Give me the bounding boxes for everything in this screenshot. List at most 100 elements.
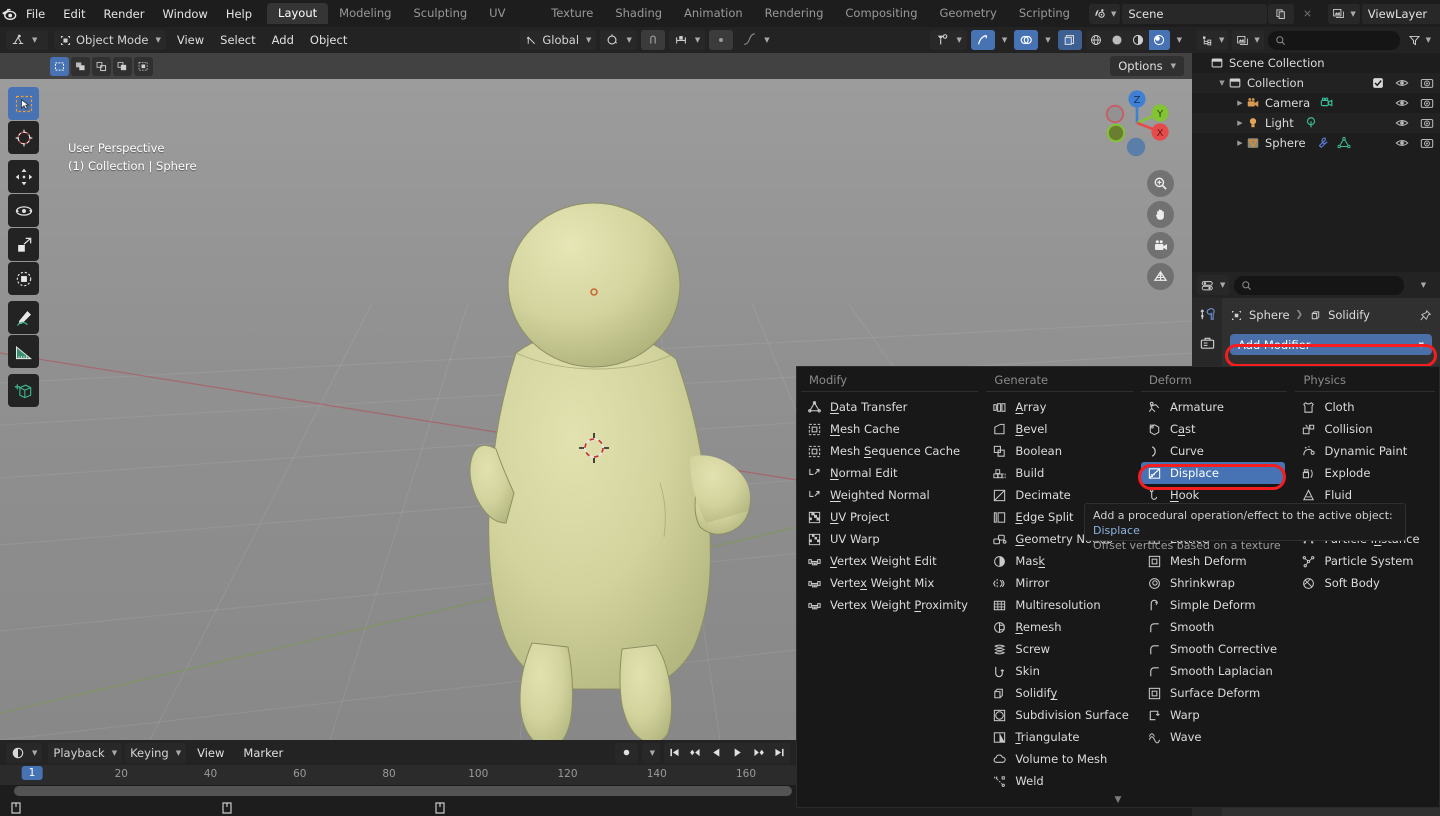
collection-checkbox[interactable] (1372, 77, 1384, 89)
select-mode-group[interactable] (50, 56, 153, 76)
modifier-item-skin[interactable]: Skin (982, 660, 1137, 682)
modifier-wrench-icon[interactable] (1316, 136, 1330, 150)
disclosure-triangle-icon[interactable]: ▼ (1216, 79, 1228, 87)
mode-selector[interactable]: Object Mode ▼ (54, 30, 166, 50)
add-modifier-button[interactable]: Add Modifier ▼ (1230, 334, 1432, 355)
workspace-tab-rendering[interactable]: Rendering (754, 3, 835, 24)
modifier-item-array[interactable]: Array (982, 396, 1137, 418)
modifier-item-soft-body[interactable]: Soft Body (1291, 572, 1439, 594)
viewport-menu-object[interactable]: Object (302, 30, 355, 50)
modifier-item-weighted-normal[interactable]: Weighted Normal (797, 484, 982, 506)
modifier-item-screw[interactable]: Screw (982, 638, 1137, 660)
timeline-menu-view[interactable]: View (189, 743, 232, 763)
modifier-item-vertex-weight-proximity[interactable]: Vertex Weight Proximity (797, 594, 982, 616)
keying-options-dropdown[interactable]: ▼ (641, 742, 660, 763)
modifier-item-bevel[interactable]: Bevel (982, 418, 1137, 440)
auto-keying-toggle[interactable] (614, 742, 638, 763)
workspace-tab-shading[interactable]: Shading (604, 3, 673, 24)
timeline-scrollbar[interactable] (14, 786, 792, 796)
menu-scroll-down-icon[interactable]: ▼ (1115, 795, 1122, 805)
pan-hand-icon[interactable] (1147, 201, 1174, 228)
zoom-icon[interactable] (1147, 170, 1174, 197)
properties-editor-type-icon[interactable]: ▼ (1197, 275, 1230, 295)
workspace-tab-layout[interactable]: Layout (267, 3, 329, 24)
top-menu-help[interactable]: Help (217, 4, 261, 24)
tool-rotate[interactable] (8, 194, 39, 227)
shading-material-icon[interactable] (1127, 30, 1149, 50)
disclosure-triangle-icon[interactable]: ▶ (1234, 99, 1246, 107)
properties-tab-modifier[interactable] (1199, 306, 1216, 323)
timeline-ruler[interactable]: 1 20 40 60 80 100 120 140 160 (0, 765, 796, 785)
pin-icon[interactable] (1419, 309, 1432, 322)
disclosure-triangle-icon[interactable]: ▶ (1234, 119, 1246, 127)
camera-view-icon[interactable] (1147, 232, 1174, 259)
tool-add-cube[interactable] (8, 374, 39, 407)
playback-controls[interactable] (664, 742, 790, 763)
top-menu-window[interactable]: Window (153, 4, 216, 24)
outliner-row-light[interactable]: ▶ Light (1192, 113, 1440, 133)
viewlayer-browse-icon[interactable]: ▼ (1328, 3, 1360, 24)
unlink-scene-icon[interactable] (1294, 4, 1320, 24)
modifier-item-particle-system[interactable]: Particle System (1291, 550, 1439, 572)
prev-keyframe-button[interactable] (685, 742, 706, 763)
modifier-item-smooth[interactable]: Smooth (1137, 616, 1292, 638)
workspace-tab-sculpting[interactable]: Sculpting (402, 3, 478, 24)
shading-mode-group[interactable] (1085, 30, 1170, 50)
outliner-row-scene-collection[interactable]: Scene Collection (1192, 53, 1440, 73)
top-menu-file[interactable]: File (17, 4, 54, 24)
modifier-item-collision[interactable]: Collision (1291, 418, 1439, 440)
modifier-item-mesh-deform[interactable]: Mesh Deform (1137, 550, 1292, 572)
timeline-menu-keying[interactable]: Keying ▼ (125, 742, 187, 763)
light-data-icon[interactable] (1304, 116, 1318, 130)
show-gizmo-toggle[interactable] (970, 30, 995, 50)
transform-orientation-selector[interactable]: Global ▼ (520, 30, 597, 50)
viewport-menu-select[interactable]: Select (212, 30, 263, 50)
modifier-item-dynamic-paint[interactable]: Dynamic Paint (1291, 440, 1439, 462)
workspace-tab-texture-paint[interactable]: Texture Paint (540, 3, 604, 41)
scene-browse-icon[interactable]: ▼ (1088, 3, 1121, 24)
modifier-item-surface-deform[interactable]: Surface Deform (1137, 682, 1292, 704)
tool-select-box[interactable] (8, 87, 39, 120)
snap-toggle[interactable] (640, 30, 665, 50)
viewlayer-name-field[interactable]: ViewLayer (1361, 3, 1440, 24)
outliner-editor[interactable]: ▼ ▼ ▼ Scene Collection ▼ Collection ▶ Camera… (1192, 27, 1440, 272)
eye-icon[interactable] (1395, 96, 1409, 110)
render-camera-icon[interactable] (1420, 76, 1434, 90)
select-extend-icon[interactable] (71, 56, 90, 76)
workspace-tab-geometry-nodes[interactable]: Geometry Nodes (929, 3, 1008, 41)
modifier-item-mirror[interactable]: Mirror (982, 572, 1137, 594)
outliner-row-collection[interactable]: ▼ Collection (1192, 73, 1440, 93)
add-modifier-menu[interactable]: Modify Data Transfer Mesh Cache Mesh Sequen… (796, 366, 1440, 808)
scene-name-field[interactable]: Scene (1122, 3, 1268, 24)
orthographic-toggle-icon[interactable] (1147, 263, 1174, 290)
modifier-item-triangulate[interactable]: Triangulate (982, 726, 1137, 748)
shading-solid-icon[interactable] (1106, 30, 1128, 50)
modifier-item-normal-edit[interactable]: Normal Edit (797, 462, 982, 484)
modifier-item-weld[interactable]: Weld (982, 770, 1137, 792)
modifier-item-vertex-weight-edit[interactable]: Vertex Weight Edit (797, 550, 982, 572)
render-camera-icon[interactable] (1420, 96, 1434, 110)
modifier-item-warp[interactable]: Warp (1137, 704, 1292, 726)
modifier-item-build[interactable]: Build (982, 462, 1137, 484)
select-subtract-icon[interactable] (92, 56, 111, 76)
properties-tab-physics[interactable] (1199, 335, 1216, 352)
timeline-editor-type-icon[interactable]: ▼ (6, 742, 43, 763)
eye-icon[interactable] (1395, 136, 1409, 150)
modifier-item-shrinkwrap[interactable]: Shrinkwrap (1137, 572, 1292, 594)
modifier-item-smooth-laplacian[interactable]: Smooth Laplacian (1137, 660, 1292, 682)
modifier-item-cast[interactable]: Cast (1137, 418, 1292, 440)
play-button[interactable] (727, 742, 748, 763)
modifier-item-cloth[interactable]: Cloth (1291, 396, 1439, 418)
render-camera-icon[interactable] (1420, 116, 1434, 130)
breadcrumb-modifier-label[interactable]: Solidify (1328, 308, 1370, 322)
eye-icon[interactable] (1395, 116, 1409, 130)
modifier-item-wave[interactable]: Wave (1137, 726, 1292, 748)
mesh-data-icon[interactable] (1336, 136, 1351, 150)
tool-annotate[interactable] (8, 301, 39, 334)
outliner-search-input[interactable] (1267, 30, 1400, 50)
disclosure-triangle-icon[interactable]: ▶ (1234, 139, 1246, 147)
outliner-display-mode-icon[interactable]: ▼ (1197, 30, 1229, 50)
modifier-item-displace[interactable]: Displace (1140, 462, 1286, 484)
modifier-item-explode[interactable]: Explode (1291, 462, 1439, 484)
snap-magnet-toggle[interactable]: ▼ (600, 30, 637, 50)
